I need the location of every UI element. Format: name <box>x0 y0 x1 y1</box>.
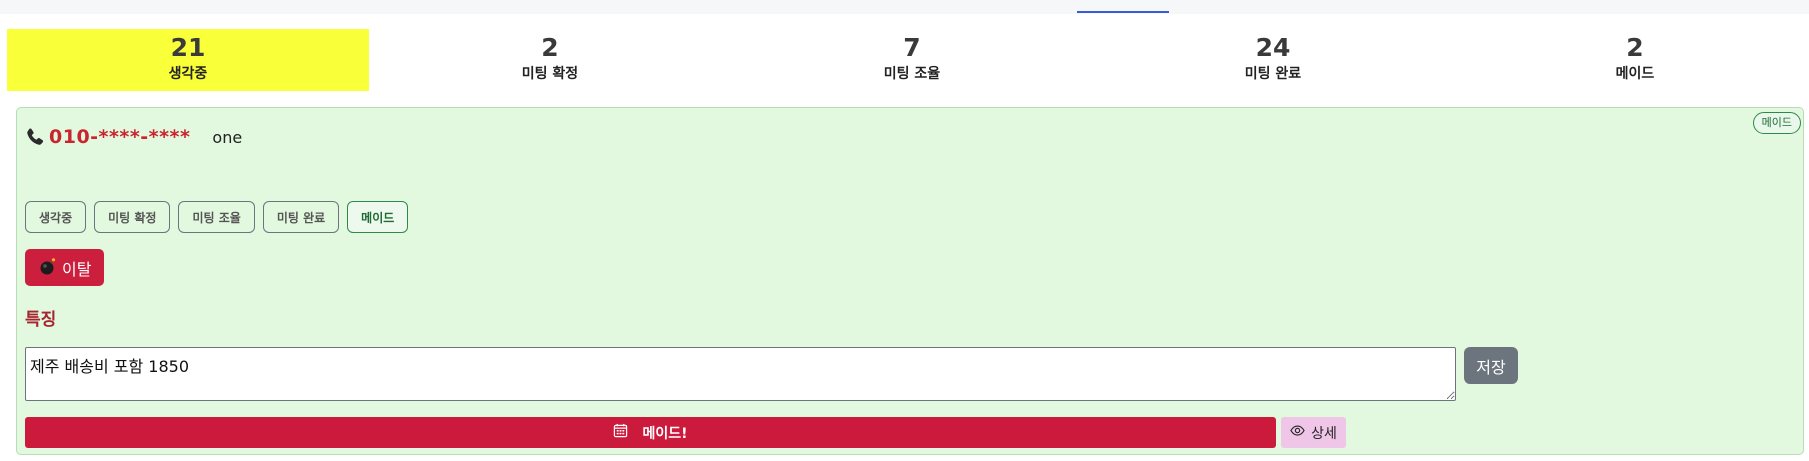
detail-label: 상세 <box>1311 425 1337 442</box>
stat-label: 메이드 <box>1615 66 1655 82</box>
stat-count: 7 <box>903 33 921 62</box>
stat-count: 24 <box>1255 33 1291 62</box>
status-summary: 21 생각중 2 미팅 확정 7 미팅 조율 24 미팅 완료 2 메이드 <box>7 29 1809 91</box>
status-button-made[interactable]: 메이드 <box>347 201 409 233</box>
leave-button[interactable]: 이탈 <box>25 249 105 286</box>
status-badge: 메이드 <box>1752 112 1801 134</box>
stat-label: 미팅 완료 <box>1244 66 1302 82</box>
bomb-icon <box>38 256 58 280</box>
status-button-group: 생각중 미팅 확정 미팅 조율 미팅 완료 메이드 <box>25 201 409 233</box>
top-tab-strip <box>0 0 1809 14</box>
made-button[interactable]: 메이드! <box>25 417 1276 448</box>
status-button-thinking[interactable]: 생각중 <box>25 201 87 233</box>
stat-meeting-coordinating[interactable]: 7 미팅 조율 <box>731 29 1093 91</box>
calendar-icon <box>613 423 628 442</box>
customer-name: one <box>212 127 243 147</box>
stat-meeting-completed[interactable]: 24 미팅 완료 <box>1092 29 1454 91</box>
status-button-meeting-coordinating[interactable]: 미팅 조율 <box>178 201 255 233</box>
eye-icon <box>1290 423 1305 442</box>
stat-label: 미팅 확정 <box>521 66 579 82</box>
active-tab-indicator <box>1077 11 1169 13</box>
stat-label: 미팅 조율 <box>883 66 941 82</box>
status-button-meeting-confirmed[interactable]: 미팅 확정 <box>94 201 171 233</box>
leave-label: 이탈 <box>62 259 92 279</box>
phone-row: 010-****-**** one <box>25 124 242 150</box>
save-button[interactable]: 저장 <box>1464 347 1518 384</box>
stat-label: 생각중 <box>168 66 208 82</box>
phone-icon <box>25 127 45 147</box>
features-memo-input[interactable]: 제주 배송비 포함 1850 <box>25 347 1456 401</box>
stat-made[interactable]: 2 메이드 <box>1454 29 1809 91</box>
stat-count: 21 <box>170 33 206 62</box>
stat-meeting-confirmed[interactable]: 2 미팅 확정 <box>369 29 731 91</box>
stat-thinking[interactable]: 21 생각중 <box>7 29 369 91</box>
stat-count: 2 <box>541 33 559 62</box>
customer-card: 메이드 010-****-**** one 생각중 미팅 확정 미팅 조율 미팅… <box>16 107 1804 455</box>
detail-button[interactable]: 상세 <box>1281 417 1346 448</box>
stat-count: 2 <box>1626 33 1644 62</box>
section-title-features: 특징 <box>25 310 57 330</box>
phone-number: 010-****-**** <box>49 126 191 148</box>
status-button-meeting-completed[interactable]: 미팅 완료 <box>262 201 340 233</box>
made-label: 메이드! <box>642 425 688 442</box>
